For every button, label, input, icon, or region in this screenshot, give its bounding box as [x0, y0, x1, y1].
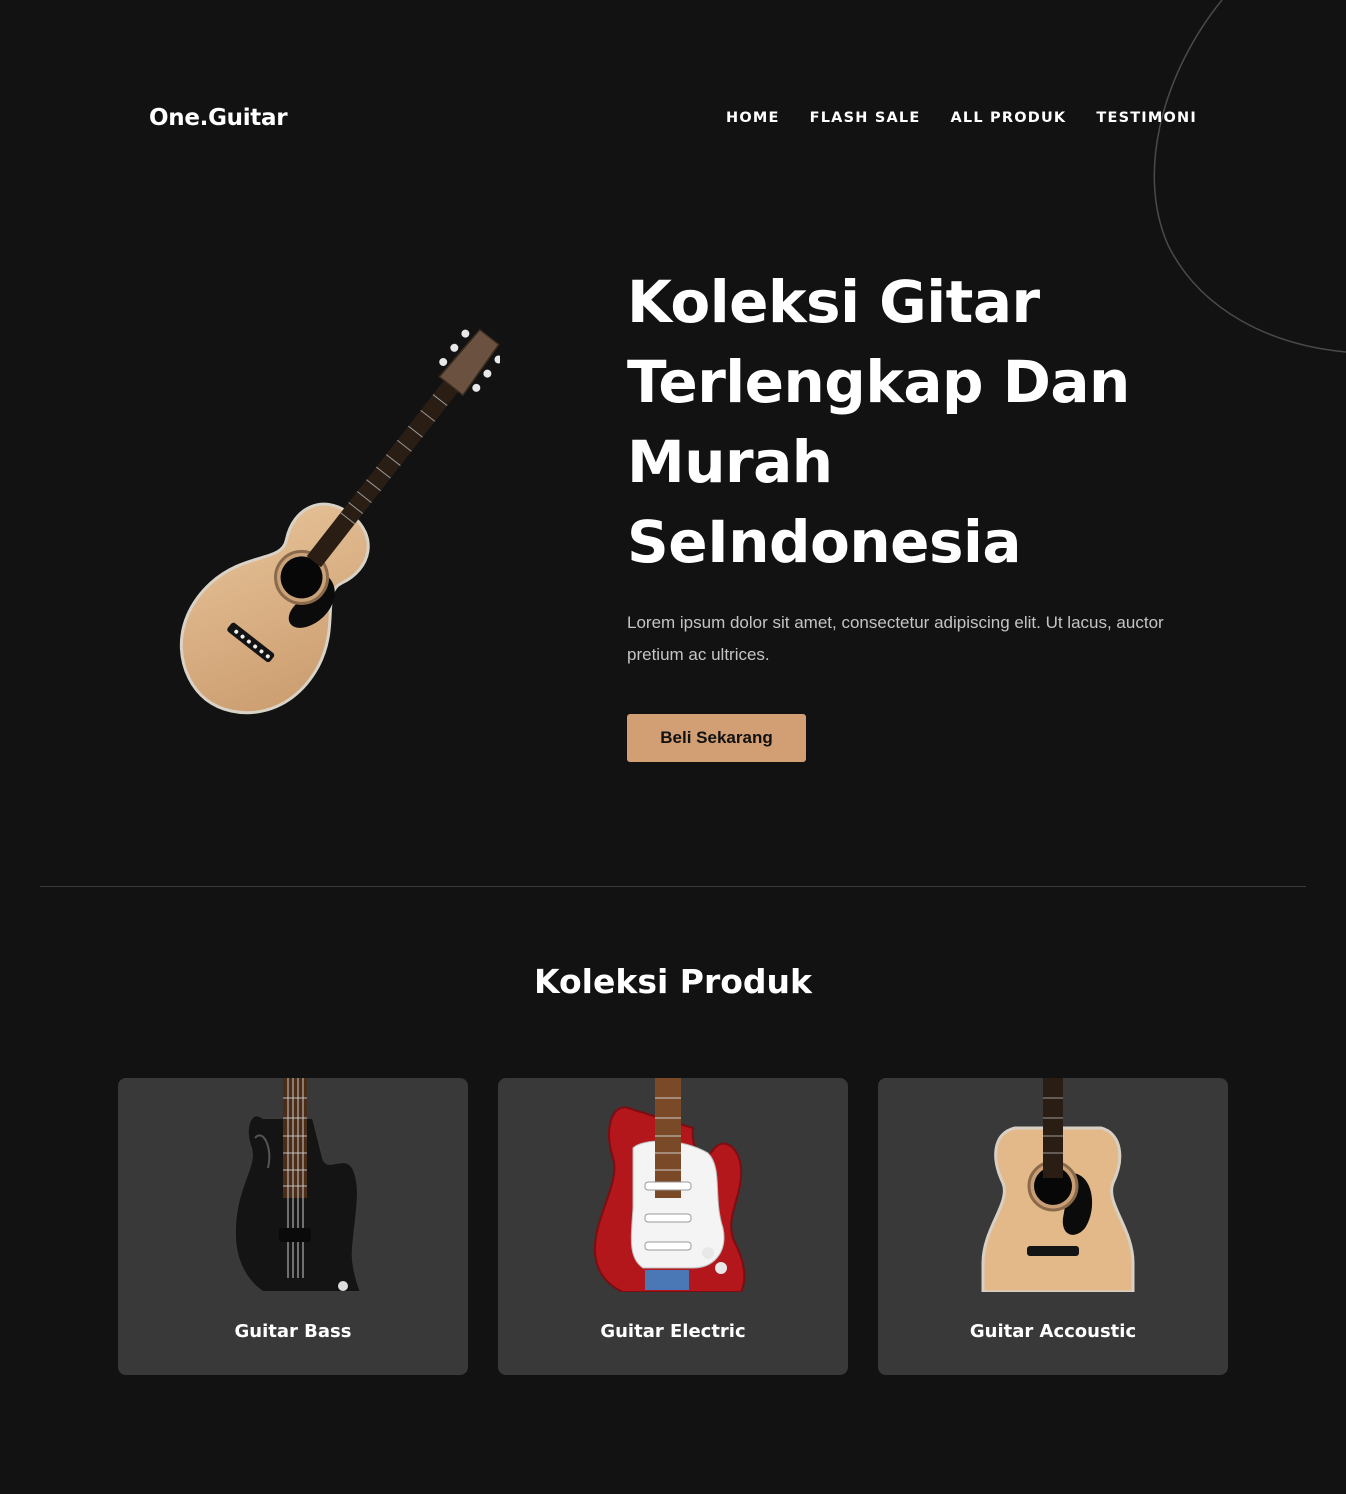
hero-title-line: Koleksi Gitar	[627, 268, 1040, 336]
product-cards: Guitar Bass Guitar Electric Guitar Accou…	[118, 1078, 1228, 1375]
nav-flash-sale[interactable]: FLASH SALE	[810, 110, 921, 126]
acoustic-guitar-image	[981, 1078, 1135, 1292]
product-card-bass[interactable]: Guitar Bass	[118, 1078, 468, 1375]
product-card-electric[interactable]: Guitar Electric	[498, 1078, 848, 1375]
electric-guitar-image	[593, 1078, 746, 1292]
site-logo[interactable]: One.Guitar	[149, 105, 288, 131]
products-section-title: Koleksi Produk	[534, 962, 812, 1001]
section-divider	[40, 886, 1306, 887]
hero-title-line: SeIndonesia	[627, 508, 1022, 576]
hero-title: Koleksi Gitar Terlengkap Dan Murah SeInd…	[627, 262, 1227, 582]
nav-home[interactable]: HOME	[726, 110, 780, 126]
product-label: Guitar Accoustic	[969, 1321, 1137, 1342]
product-label: Guitar Electric	[600, 1321, 746, 1342]
nav-testimoni[interactable]: TESTIMONI	[1096, 110, 1197, 126]
site-header: One.Guitar HOME FLASH SALE ALL PRODUK TE…	[149, 96, 1197, 140]
nav-all-produk[interactable]: ALL PRODUK	[950, 110, 1066, 126]
beli-sekarang-button[interactable]: Beli Sekarang	[627, 714, 806, 762]
hero-guitar-image	[179, 328, 500, 715]
hero-title-line: Murah	[627, 428, 833, 496]
hero-title-line: Terlengkap Dan	[627, 348, 1130, 416]
product-card-acoustic[interactable]: Guitar Accoustic	[878, 1078, 1228, 1375]
hero-description: Lorem ipsum dolor sit amet, consectetur …	[627, 613, 1164, 664]
product-label: Guitar Bass	[234, 1321, 352, 1342]
main-nav: HOME FLASH SALE ALL PRODUK TESTIMONI	[726, 110, 1197, 126]
bass-guitar-image	[233, 1078, 363, 1292]
hero-section: Koleksi Gitar Terlengkap Dan Murah SeInd…	[627, 262, 1227, 762]
